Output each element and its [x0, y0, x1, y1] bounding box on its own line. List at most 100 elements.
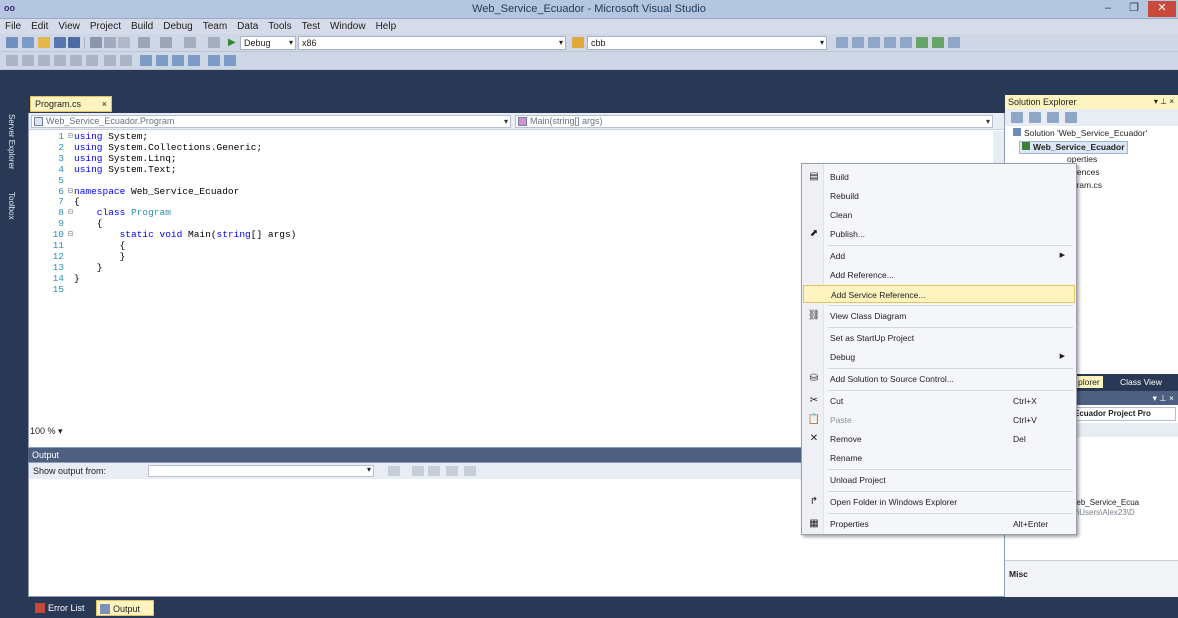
menu-item-add[interactable]: Add ▶ — [803, 247, 1075, 265]
parameter-info-icon[interactable] — [22, 55, 34, 66]
property-path-value[interactable]: C:\Users\Alex23\D — [1069, 508, 1135, 517]
menu-item-rebuild[interactable]: Rebuild — [803, 187, 1075, 205]
toolbox-tab[interactable]: Toolbox — [7, 192, 16, 220]
type-dropdown[interactable]: Web_Service_Ecuador.Program ▾ — [31, 115, 511, 128]
tab-solution-explorer[interactable]: plorer — [1075, 376, 1103, 388]
comment-icon[interactable] — [104, 55, 116, 66]
menu-item-remove[interactable]: ✕ Remove Del — [803, 430, 1075, 448]
menu-item-add-solution-to-source-control[interactable]: ⛁ Add Solution to Source Control... — [803, 370, 1075, 388]
tab-output[interactable]: Output — [96, 600, 154, 616]
paste-toolbar-icon[interactable] — [118, 37, 130, 48]
save-all-icon[interactable] — [68, 37, 80, 48]
list-members-icon[interactable] — [54, 55, 66, 66]
copy-toolbar-icon[interactable] — [104, 37, 116, 48]
class-view-toolbar-icon[interactable] — [932, 37, 944, 48]
menu-item-build[interactable]: ▤ Build — [803, 168, 1075, 186]
tab-error-list[interactable]: Error List — [32, 600, 94, 616]
menu-item-debug[interactable]: Debug ▶ — [803, 348, 1075, 366]
undo-icon[interactable] — [138, 37, 150, 48]
code-line[interactable]: namespace Web_Service_Ecuador — [74, 186, 239, 198]
solution-explorer-toolbar-icon[interactable] — [852, 37, 864, 48]
menu-item-cut[interactable]: ✂ Cut Ctrl+X — [803, 392, 1075, 410]
complete-word-icon[interactable] — [38, 55, 50, 66]
navigate-forward-icon[interactable] — [208, 37, 220, 48]
minimize-button[interactable]: – — [1096, 1, 1120, 17]
clear-all-icon[interactable] — [446, 466, 458, 476]
toolbox-toolbar-icon[interactable] — [900, 37, 912, 48]
uncomment-icon[interactable] — [120, 55, 132, 66]
previous-bookmark-icon[interactable] — [156, 55, 168, 66]
find-message-icon[interactable] — [388, 466, 400, 476]
find-combo[interactable]: cbb ▾ — [587, 36, 827, 50]
close-tab-icon[interactable]: × — [102, 97, 107, 111]
menu-help[interactable]: Help — [371, 19, 402, 34]
menu-data[interactable]: Data — [232, 19, 263, 34]
menu-team[interactable]: Team — [198, 19, 232, 34]
properties-toolbar-icon[interactable] — [868, 37, 880, 48]
panel-pin-close-icon[interactable]: ▾ ⊥ × — [1154, 95, 1174, 109]
server-explorer-tab[interactable]: Server Explorer — [7, 114, 16, 170]
code-line[interactable]: using System.Text; — [74, 164, 177, 176]
toggle-bookmark-icon[interactable] — [140, 55, 152, 66]
object-browser-icon[interactable] — [884, 37, 896, 48]
menu-item-add-service-reference[interactable]: Add Service Reference... — [803, 285, 1075, 303]
refresh-icon[interactable] — [1047, 112, 1059, 123]
show-all-files-icon[interactable] — [1029, 112, 1041, 123]
open-file-icon[interactable] — [38, 37, 50, 48]
save-icon[interactable] — [54, 37, 66, 48]
indent-icon[interactable] — [86, 55, 98, 66]
menu-project[interactable]: Project — [85, 19, 126, 34]
member-dropdown[interactable]: Main(string[] args) ▾ — [515, 115, 993, 128]
tab-program-cs[interactable]: Program.cs × — [30, 96, 112, 112]
close-button[interactable]: ✕ — [1148, 1, 1176, 17]
bookmark-window-icon[interactable] — [224, 55, 236, 66]
zoom-level[interactable]: 100 % ▾ — [30, 426, 230, 438]
extension-icon[interactable] — [916, 37, 928, 48]
property-value[interactable]: Web_Service_Ecua — [1069, 498, 1139, 507]
properties-icon[interactable] — [1011, 112, 1023, 123]
menu-item-set-as-startup-project[interactable]: Set as StartUp Project — [803, 329, 1075, 347]
outdent-icon[interactable] — [70, 55, 82, 66]
menu-item-rename[interactable]: Rename — [803, 449, 1075, 467]
bookmark-folder-icon[interactable] — [208, 55, 220, 66]
tree-project-node[interactable]: Web_Service_Ecuador — [1019, 141, 1128, 154]
find-in-files-icon[interactable] — [572, 37, 584, 48]
menu-item-view-class-diagram[interactable]: ⛓ View Class Diagram — [803, 307, 1075, 325]
menu-item-properties[interactable]: ▦ Properties Alt+Enter — [803, 515, 1075, 533]
menu-item-clean[interactable]: Clean — [803, 206, 1075, 224]
menu-edit[interactable]: Edit — [26, 19, 53, 34]
menu-item-unload-project[interactable]: Unload Project — [803, 471, 1075, 489]
view-class-diagram-icon[interactable] — [1065, 112, 1077, 123]
menu-item-add-reference[interactable]: Add Reference... — [803, 266, 1075, 284]
platform-combo[interactable]: x86 ▾ — [298, 36, 566, 50]
find-icon[interactable] — [836, 37, 848, 48]
next-message-icon[interactable] — [428, 466, 440, 476]
tab-class-view[interactable]: Class View — [1117, 376, 1165, 388]
menu-view[interactable]: View — [53, 19, 85, 34]
new-project-icon[interactable] — [6, 37, 18, 48]
menu-build[interactable]: Build — [126, 19, 158, 34]
redo-icon[interactable] — [160, 37, 172, 48]
navigate-back-icon[interactable] — [184, 37, 196, 48]
output-source-combo[interactable]: ▾ — [148, 465, 374, 477]
next-bookmark-icon[interactable] — [172, 55, 184, 66]
menu-item-paste[interactable]: 📋 Paste Ctrl+V — [803, 411, 1075, 429]
menu-debug[interactable]: Debug — [158, 19, 197, 34]
previous-message-icon[interactable] — [412, 466, 424, 476]
restore-button[interactable]: ❐ — [1122, 1, 1146, 17]
add-item-icon[interactable] — [22, 37, 34, 48]
start-page-icon[interactable] — [948, 37, 960, 48]
quick-info-icon[interactable] — [6, 55, 18, 66]
menu-test[interactable]: Test — [297, 19, 325, 34]
word-wrap-icon[interactable] — [464, 466, 476, 476]
menu-item-open-folder-in-windows-explorer[interactable]: ↱ Open Folder in Windows Explorer — [803, 493, 1075, 511]
menu-window[interactable]: Window — [325, 19, 371, 34]
menu-tools[interactable]: Tools — [263, 19, 296, 34]
solution-config-combo[interactable]: Debug ▾ — [240, 36, 296, 50]
clear-bookmarks-icon[interactable] — [188, 55, 200, 66]
code-lines[interactable]: 1 ⊟ using System; 2 using System.Collections… — [30, 131, 790, 422]
panel-pin-close-icon[interactable]: ▾ ⊥ × — [1153, 393, 1174, 404]
start-debugging-icon[interactable]: ▶ — [228, 37, 240, 48]
code-line[interactable]: } — [74, 273, 80, 285]
menu-file[interactable]: File — [0, 19, 26, 34]
